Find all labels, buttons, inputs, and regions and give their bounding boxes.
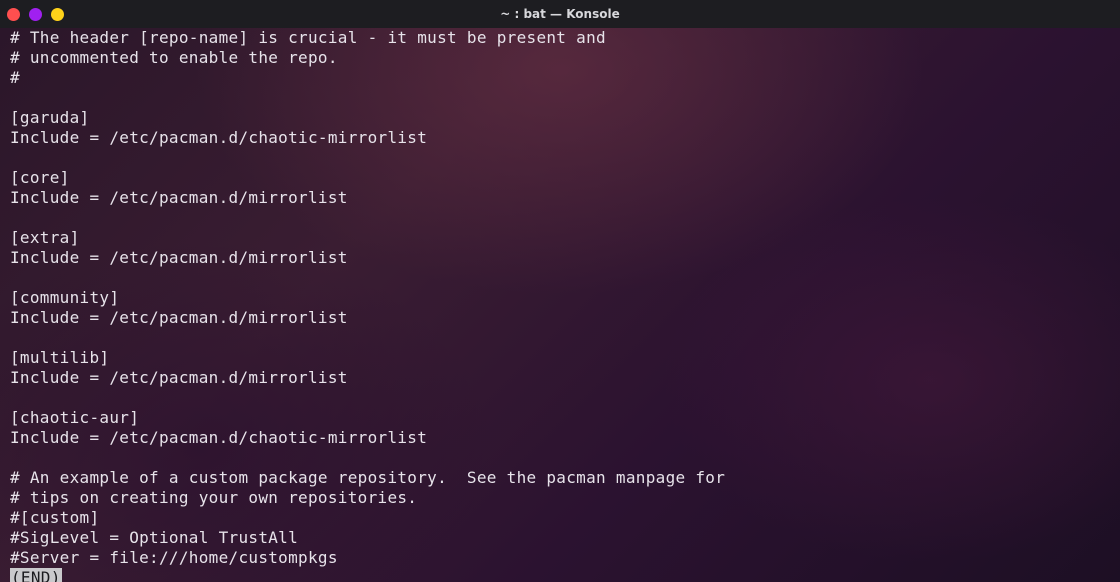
pager-status-line: (END)	[10, 568, 1120, 582]
terminal-line: # An example of a custom package reposit…	[10, 468, 726, 487]
terminal-line: # tips on creating your own repositories…	[10, 488, 418, 507]
terminal-line: Include = /etc/pacman.d/chaotic-mirrorli…	[10, 428, 428, 447]
terminal-line: #	[10, 68, 20, 87]
terminal-line: [garuda]	[10, 108, 90, 127]
terminal-line: [core]	[10, 168, 70, 187]
terminal-line: # The header [repo-name] is crucial - it…	[10, 28, 606, 47]
terminal-line: # uncommented to enable the repo.	[10, 48, 338, 67]
end-marker: (END)	[10, 568, 62, 582]
terminal-line: [extra]	[10, 228, 80, 247]
terminal-line: [multilib]	[10, 348, 110, 367]
window-title: ~ : bat — Konsole	[500, 7, 620, 21]
terminal-line: Include = /etc/pacman.d/mirrorlist	[10, 368, 348, 387]
terminal-line: Include = /etc/pacman.d/mirrorlist	[10, 188, 348, 207]
terminal-line: #[custom]	[10, 508, 100, 527]
terminal-output[interactable]: # The header [repo-name] is crucial - it…	[0, 28, 1120, 582]
terminal-line: Include = /etc/pacman.d/mirrorlist	[10, 308, 348, 327]
terminal-line: #SigLevel = Optional TrustAll	[10, 528, 299, 547]
terminal-line: Include = /etc/pacman.d/mirrorlist	[10, 248, 348, 267]
title-bar[interactable]: ~ : bat — Konsole	[0, 0, 1120, 28]
terminal-line: [community]	[10, 288, 120, 307]
terminal-line: #Server = file:///home/custompkgs	[10, 548, 338, 567]
terminal-line: Include = /etc/pacman.d/chaotic-mirrorli…	[10, 128, 428, 147]
terminal-line: [chaotic-aur]	[10, 408, 140, 427]
konsole-window: ~ : bat — Konsole # The header [repo-nam…	[0, 0, 1120, 582]
